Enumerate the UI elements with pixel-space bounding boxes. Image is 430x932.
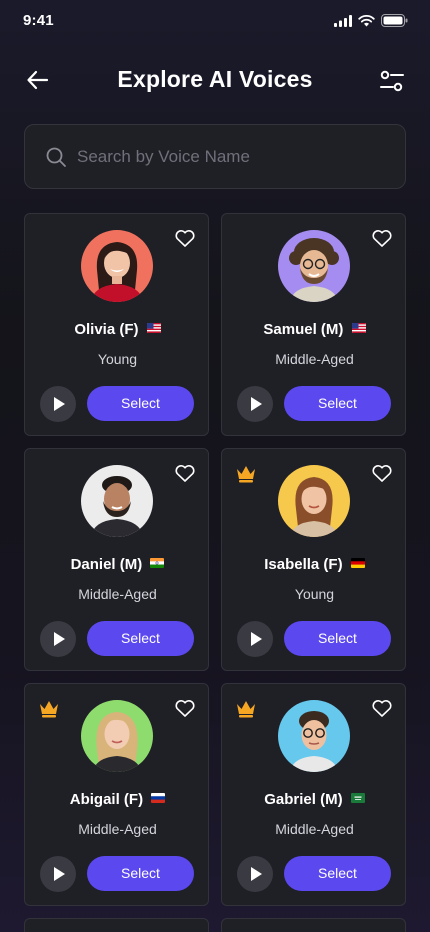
heart-icon[interactable] — [173, 461, 197, 485]
heart-icon[interactable] — [370, 226, 394, 250]
voice-name: Abigail (F) — [69, 791, 144, 808]
de-flag-icon — [350, 558, 365, 569]
avatar — [278, 465, 350, 537]
voice-name: Isabella (F) — [264, 556, 343, 573]
voice-name: Olivia (F) — [74, 321, 139, 338]
heart-icon[interactable] — [370, 461, 394, 485]
status-bar: 9:41 — [0, 0, 430, 44]
ru-flag-icon — [151, 793, 166, 804]
voice-card-isabella[interactable]: Isabella (F) Young Select — [221, 448, 406, 671]
select-button[interactable]: Select — [87, 621, 194, 656]
voice-card-partial[interactable] — [221, 918, 406, 932]
filter-sliders-icon[interactable] — [378, 68, 406, 96]
play-icon — [251, 867, 262, 881]
voice-age: Middle-Aged — [275, 821, 354, 837]
voice-card-abigail[interactable]: Abigail (F) Middle-Aged Select — [24, 683, 209, 906]
voice-age: Middle-Aged — [78, 821, 157, 837]
voice-name-row: Isabella (F) — [222, 556, 407, 573]
crown-icon — [40, 701, 58, 718]
voice-age: Young — [294, 586, 335, 602]
us-flag-icon — [351, 323, 366, 334]
voice-age: Middle-Aged — [275, 351, 354, 367]
header: Explore AI Voices — [0, 58, 430, 104]
crown-icon — [237, 466, 255, 483]
sa-flag-icon — [350, 793, 365, 804]
voice-age: Young — [97, 351, 138, 367]
play-button[interactable] — [237, 856, 273, 892]
cellular-signal-icon — [334, 14, 352, 27]
status-time: 9:41 — [23, 12, 54, 29]
play-button[interactable] — [40, 386, 76, 422]
select-button[interactable]: Select — [284, 856, 391, 891]
voice-name: Daniel (M) — [70, 556, 143, 573]
play-icon — [251, 397, 262, 411]
heart-icon[interactable] — [173, 696, 197, 720]
voice-card-olivia[interactable]: Olivia (F) Young Select — [24, 213, 209, 436]
avatar — [278, 700, 350, 772]
voice-name: Samuel (M) — [263, 321, 344, 338]
voice-card-daniel[interactable]: Daniel (M) Middle-Aged Select — [24, 448, 209, 671]
voice-name-row: Daniel (M) — [25, 556, 210, 573]
avatar — [81, 230, 153, 302]
voice-name-row: Abigail (F) — [25, 791, 210, 808]
avatar — [81, 465, 153, 537]
voice-card-gabriel[interactable]: Gabriel (M) Middle-Aged Select — [221, 683, 406, 906]
play-button[interactable] — [237, 386, 273, 422]
voice-name-row: Olivia (F) — [25, 321, 210, 338]
play-icon — [54, 632, 65, 646]
avatar — [81, 700, 153, 772]
select-button[interactable]: Select — [87, 386, 194, 421]
us-flag-icon — [146, 323, 161, 334]
play-icon — [54, 867, 65, 881]
play-button[interactable] — [40, 621, 76, 657]
voice-name: Gabriel (M) — [264, 791, 343, 808]
play-button[interactable] — [40, 856, 76, 892]
voice-name-row: Gabriel (M) — [222, 791, 407, 808]
voice-age: Middle-Aged — [78, 586, 157, 602]
play-icon — [54, 397, 65, 411]
battery-icon — [381, 14, 408, 27]
heart-icon[interactable] — [173, 226, 197, 250]
search-icon — [46, 147, 66, 167]
heart-icon[interactable] — [370, 696, 394, 720]
voice-card-samuel[interactable]: Samuel (M) Middle-Aged Select — [221, 213, 406, 436]
crown-icon — [237, 701, 255, 718]
voice-name-row: Samuel (M) — [222, 321, 407, 338]
wifi-icon — [358, 14, 375, 26]
search-bar — [24, 124, 406, 189]
play-icon — [251, 632, 262, 646]
play-button[interactable] — [237, 621, 273, 657]
voice-card-partial[interactable] — [24, 918, 209, 932]
select-button[interactable]: Select — [87, 856, 194, 891]
search-input[interactable] — [77, 137, 387, 177]
select-button[interactable]: Select — [284, 386, 391, 421]
page-title: Explore AI Voices — [117, 66, 313, 92]
status-icons — [334, 14, 408, 27]
avatar — [278, 230, 350, 302]
in-flag-icon — [150, 558, 165, 569]
select-button[interactable]: Select — [284, 621, 391, 656]
